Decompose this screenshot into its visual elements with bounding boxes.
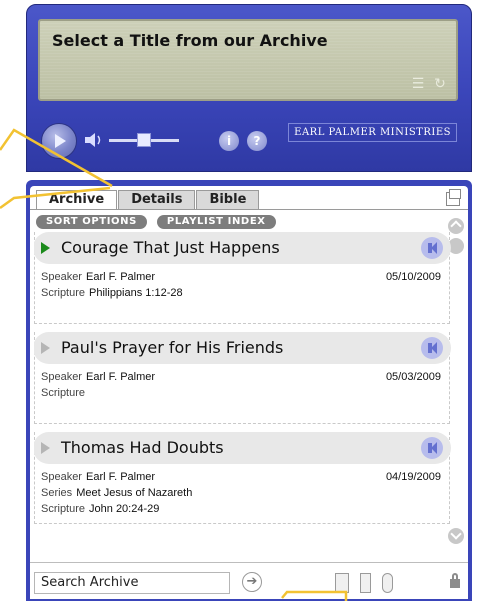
series-label: Series <box>41 487 73 499</box>
player-panel: Select a Title from our Archive ☰ ↻ i ? … <box>26 4 472 172</box>
sort-options-button[interactable]: SORT OPTIONS <box>36 215 147 229</box>
series-row: Series Meet Jesus of Nazareth <box>41 485 443 501</box>
detach-window-icon[interactable] <box>446 189 461 206</box>
item-details: Speaker Earl F. Palmer 05/10/2009 Scriptu… <box>35 264 449 323</box>
item-header[interactable]: Thomas Had Doubts <box>34 432 451 464</box>
list-item: Paul's Prayer for His Friends Speaker Ear… <box>34 332 451 424</box>
archive-inner: Archive Details Bible SORT OPTIONS PLAYL… <box>30 186 468 599</box>
play-button[interactable] <box>41 123 77 159</box>
play-arrow-icon[interactable] <box>41 342 50 354</box>
list-item: Courage That Just Happens Speaker Earl F.… <box>34 232 451 324</box>
now-playing-screen: Select a Title from our Archive ☰ ↻ <box>38 19 458 101</box>
item-title[interactable]: Thomas Had Doubts <box>61 438 224 457</box>
item-details: Speaker Earl F. Palmer 05/03/2009 Scriptu… <box>35 364 449 423</box>
speaker-label: Speaker <box>41 371 82 383</box>
scripture-row: Scripture Philippians 1:12-28 <box>41 285 443 301</box>
listen-icon[interactable] <box>421 237 443 259</box>
item-date: 05/10/2009 <box>385 271 441 283</box>
scripture-row: Scripture <box>41 385 443 401</box>
scripture-label: Scripture <box>41 287 86 299</box>
bottom-bar: Search Archive ➔ <box>30 562 468 599</box>
speaker-row: Speaker Earl F. Palmer 05/03/2009 <box>41 369 443 385</box>
archive-panel: Archive Details Bible SORT OPTIONS PLAYL… <box>26 180 472 601</box>
search-go-icon[interactable]: ➔ <box>242 572 262 592</box>
scripture-label: Scripture <box>41 503 86 515</box>
list-item: Thomas Had Doubts Speaker Earl F. Palmer … <box>34 432 451 524</box>
screen-icons: ☰ ↻ <box>410 77 448 91</box>
lock-icon[interactable] <box>450 573 460 588</box>
speaker-label: Speaker <box>41 271 82 283</box>
speaker-row: Speaker Earl F. Palmer 05/10/2009 <box>41 269 443 285</box>
mouse-icon[interactable] <box>382 573 393 593</box>
list-icon[interactable]: ☰ <box>410 77 426 91</box>
scripture-value: Philippians 1:12-28 <box>89 287 183 299</box>
tab-bible[interactable]: Bible <box>196 190 260 209</box>
info-icon[interactable]: i <box>219 131 239 151</box>
item-header[interactable]: Paul's Prayer for His Friends <box>34 332 451 364</box>
speaker-value: Earl F. Palmer <box>85 471 156 483</box>
now-playing-title: Select a Title from our Archive <box>52 31 328 50</box>
listen-icon[interactable] <box>421 437 443 459</box>
spacer-row <box>41 301 443 317</box>
scripture-value: John 20:24-29 <box>89 503 160 515</box>
scripture-label: Scripture <box>41 387 86 399</box>
item-date: 04/19/2009 <box>385 471 441 483</box>
volume-slider-knob[interactable] <box>137 133 151 147</box>
volume-icon[interactable] <box>83 130 105 150</box>
save-device-icon[interactable] <box>335 573 349 593</box>
speaker-label: Speaker <box>41 471 82 483</box>
search-input[interactable]: Search Archive <box>34 572 230 594</box>
scripture-row: Scripture John 20:24-29 <box>41 501 443 517</box>
tab-divider <box>30 209 468 210</box>
speaker-value: Earl F. Palmer <box>85 271 156 283</box>
help-icon[interactable]: ? <box>247 131 267 151</box>
refresh-icon[interactable]: ↻ <box>432 77 448 91</box>
item-title[interactable]: Courage That Just Happens <box>61 238 280 257</box>
archive-options: SORT OPTIONS PLAYLIST INDEX <box>36 215 276 229</box>
series-value: Meet Jesus of Nazareth <box>76 487 193 499</box>
item-date: 05/03/2009 <box>385 371 441 383</box>
item-header[interactable]: Courage That Just Happens <box>34 232 451 264</box>
archive-list: Courage That Just Happens Speaker Earl F.… <box>34 232 454 552</box>
tab-archive[interactable]: Archive <box>36 190 118 209</box>
speaker-row: Speaker Earl F. Palmer 04/19/2009 <box>41 469 443 485</box>
play-arrow-icon[interactable] <box>41 242 50 254</box>
tab-details[interactable]: Details <box>118 190 196 209</box>
listen-icon[interactable] <box>421 337 443 359</box>
item-title[interactable]: Paul's Prayer for His Friends <box>61 338 283 357</box>
brand-logo: EARL PALMER MINISTRIES <box>288 123 457 142</box>
mobile-device-icon[interactable] <box>360 573 371 593</box>
item-details: Speaker Earl F. Palmer 04/19/2009 Series M… <box>35 464 449 523</box>
play-arrow-icon[interactable] <box>41 442 50 454</box>
tab-bar: Archive Details Bible <box>36 190 260 210</box>
player-controls: i ? <box>41 123 301 159</box>
speaker-value: Earl F. Palmer <box>85 371 156 383</box>
playlist-index-button[interactable]: PLAYLIST INDEX <box>156 215 276 229</box>
spacer-row <box>41 401 443 417</box>
